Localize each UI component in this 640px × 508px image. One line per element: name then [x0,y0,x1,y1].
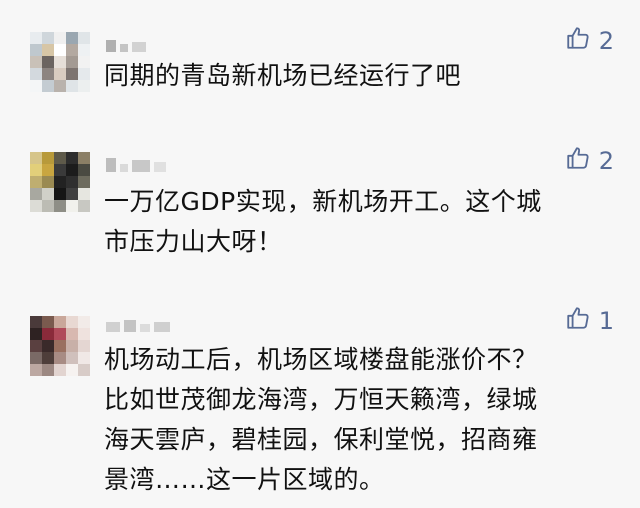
avatar-pixel [66,340,78,352]
avatar-pixel [30,56,42,68]
avatar-pixel [30,44,42,56]
avatar-pixel [30,152,42,164]
avatar-pixel [66,352,78,364]
avatar-pixel [30,188,42,200]
avatar-pixel [66,176,78,188]
avatar-pixel [66,68,78,80]
avatar-pixel [42,44,54,56]
avatar-pixel [42,364,54,376]
avatar-pixel [78,316,90,328]
avatar-pixel [78,200,90,212]
avatar-pixel [66,56,78,68]
avatar-pixel [30,352,42,364]
avatar-pixel [42,32,54,44]
like-count: 1 [598,307,614,335]
thumbs-up-icon [565,145,591,177]
thumbs-up-icon [565,305,591,337]
comment-text: 机场动工后，机场区域楼盘能涨价不？ 比如世茂御龙海湾，万恒天籁湾，绿城 海天雲庐… [104,345,538,494]
thumbs-up-icon [565,25,591,57]
avatar-pixel [78,340,90,352]
avatar-pixel [42,200,54,212]
username-blurred[interactable] [106,310,170,332]
avatar-pixel [54,200,66,212]
avatar-pixel [66,164,78,176]
avatar-pixel [42,316,54,328]
avatar-pixel [54,352,66,364]
avatar-pixel [30,80,42,92]
avatar-pixel [42,352,54,364]
avatar-pixel [78,164,90,176]
avatar-pixel [30,176,42,188]
like-button[interactable]: 2 [565,26,614,56]
avatar-pixel [42,328,54,340]
like-count: 2 [598,147,614,175]
avatar-pixel [42,56,54,68]
avatar-pixel [78,32,90,44]
avatar-pixel [78,352,90,364]
avatar-pixel [54,176,66,188]
avatar-pixel [78,80,90,92]
avatar-pixel [42,68,54,80]
like-button[interactable]: 1 [565,306,614,336]
avatar-pixel [42,340,54,352]
comment-text: 一万亿GDP实现，新机场开工。这个城 市压力山大呀！ [104,187,542,256]
avatar-pixel [30,316,42,328]
avatar-pixel [42,164,54,176]
avatar-pixel [30,68,42,80]
avatar-pixel [78,68,90,80]
comment-list: 2 同期的青岛新机场已经运行了吧 2 一万亿GDP实现，新机场开工。这个城 市压… [0,0,640,508]
username-blurred[interactable] [106,150,166,172]
avatar-pixel [78,56,90,68]
avatar-pixel [42,188,54,200]
avatar-pixel [42,176,54,188]
comment-text: 同期的青岛新机场已经运行了吧 [104,61,462,90]
like-count: 2 [598,27,614,55]
avatar-pixel [42,80,54,92]
avatar[interactable] [30,316,90,376]
avatar[interactable] [30,32,90,92]
avatar-pixel [66,152,78,164]
avatar-pixel [78,328,90,340]
avatar-pixel [54,44,66,56]
avatar-pixel [54,56,66,68]
avatar-pixel [66,44,78,56]
avatar-pixel [66,328,78,340]
username-blurred[interactable] [106,30,146,52]
avatar-pixel [78,364,90,376]
avatar-pixel [66,316,78,328]
avatar-pixel [54,316,66,328]
avatar-pixel [54,364,66,376]
avatar-pixel [78,44,90,56]
avatar-pixel [30,340,42,352]
avatar-pixel [30,164,42,176]
avatar-pixel [30,200,42,212]
avatar-pixel [78,188,90,200]
like-button[interactable]: 2 [565,146,614,176]
avatar-pixel [54,80,66,92]
avatar-pixel [54,164,66,176]
avatar-pixel [66,32,78,44]
avatar-pixel [30,32,42,44]
avatar-pixel [66,80,78,92]
avatar-pixel [54,340,66,352]
avatar-pixel [54,68,66,80]
avatar-pixel [66,200,78,212]
avatar[interactable] [30,152,90,212]
avatar-pixel [66,188,78,200]
avatar-pixel [78,152,90,164]
avatar-pixel [54,328,66,340]
avatar-pixel [30,328,42,340]
avatar-pixel [54,152,66,164]
avatar-pixel [54,32,66,44]
avatar-pixel [54,188,66,200]
avatar-pixel [78,176,90,188]
avatar-pixel [30,364,42,376]
avatar-pixel [66,364,78,376]
avatar-pixel [42,152,54,164]
